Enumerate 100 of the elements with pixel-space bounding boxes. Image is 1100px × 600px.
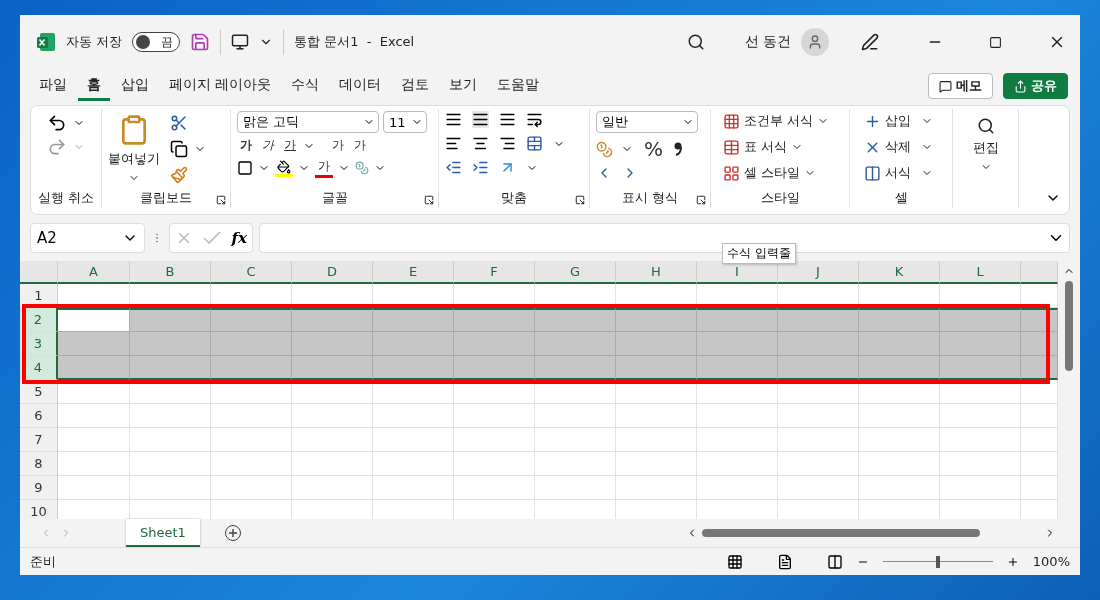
- row-header[interactable]: 9: [20, 476, 58, 500]
- select-all-corner[interactable]: [20, 261, 58, 284]
- menu-tab[interactable]: 보기: [440, 71, 487, 101]
- sheet-cell[interactable]: [535, 356, 616, 380]
- dialog-launcher-icon[interactable]: [575, 195, 585, 205]
- align-top-icon[interactable]: [445, 111, 462, 128]
- cells-command[interactable]: 서식: [862, 163, 946, 183]
- row-header[interactable]: 8: [20, 452, 58, 476]
- align-right-icon[interactable]: [499, 135, 516, 152]
- sheet-cell[interactable]: [130, 308, 211, 332]
- page-break-view-icon[interactable]: [826, 553, 843, 570]
- page-layout-view-icon[interactable]: [776, 553, 793, 570]
- active-cell[interactable]: [58, 308, 130, 332]
- screen-icon[interactable]: [231, 33, 250, 51]
- sheet-cell[interactable]: [211, 308, 292, 332]
- comma-style-icon[interactable]: [674, 142, 682, 156]
- font-name-field[interactable]: 맑은 고딕: [237, 111, 379, 133]
- sheet-cell[interactable]: [211, 332, 292, 356]
- sheet-cell[interactable]: [373, 356, 454, 380]
- table-format-icon[interactable]: [723, 138, 740, 156]
- fill-color-icon[interactable]: [275, 159, 293, 177]
- sheet-cell[interactable]: [859, 308, 940, 332]
- style-command[interactable]: 표 서식: [721, 137, 843, 157]
- cells-command[interactable]: 삽입: [862, 111, 946, 131]
- dialog-launcher-icon[interactable]: [216, 195, 226, 205]
- column-header[interactable]: F: [454, 261, 535, 284]
- sheet-cell[interactable]: [616, 356, 697, 380]
- sheet-cell[interactable]: [940, 356, 1021, 380]
- sheet-cell[interactable]: [697, 356, 778, 380]
- paste-button[interactable]: 붙여넣기: [108, 113, 160, 184]
- column-header[interactable]: C: [211, 261, 292, 284]
- sheet-cell[interactable]: [130, 332, 211, 356]
- indent-increase-icon[interactable]: [472, 159, 489, 176]
- border-icon[interactable]: [237, 160, 253, 176]
- italic-button[interactable]: 가: [259, 137, 277, 154]
- scissors-icon[interactable]: [170, 113, 188, 132]
- menu-tab[interactable]: 도움말: [488, 71, 549, 101]
- align-center-icon[interactable]: [472, 135, 489, 152]
- search-icon[interactable]: [976, 117, 995, 135]
- column-header[interactable]: B: [130, 261, 211, 284]
- column-header[interactable]: D: [292, 261, 373, 284]
- sheet-cell[interactable]: [454, 332, 535, 356]
- sheet-cell[interactable]: [616, 308, 697, 332]
- merge-cells-icon[interactable]: [526, 135, 543, 152]
- row-header[interactable]: 7: [20, 428, 58, 452]
- save-icon[interactable]: [190, 32, 211, 52]
- sheet-cell[interactable]: [211, 356, 292, 380]
- memo-button[interactable]: 메모: [928, 73, 993, 99]
- sheet-cell[interactable]: [292, 356, 373, 380]
- column-header[interactable]: [1021, 261, 1058, 284]
- sheet-cell[interactable]: [697, 332, 778, 356]
- sheet-cell[interactable]: [58, 332, 130, 356]
- share-icon[interactable]: [1014, 79, 1027, 93]
- menu-tab[interactable]: 페이지 레이아웃: [160, 71, 281, 101]
- column-header[interactable]: K: [859, 261, 940, 284]
- insert-function-button[interactable]: fx: [231, 229, 247, 247]
- sheet-cell[interactable]: [535, 332, 616, 356]
- sheet-cell[interactable]: [373, 308, 454, 332]
- check-icon[interactable]: [203, 231, 222, 245]
- sheet-tab[interactable]: Sheet1: [126, 519, 200, 547]
- number-format-field[interactable]: 일반: [596, 111, 698, 133]
- align-bottom-icon[interactable]: [499, 111, 516, 128]
- wrap-text-icon[interactable]: [526, 111, 543, 128]
- normal-view-icon[interactable]: [726, 553, 743, 570]
- menu-tab[interactable]: 데이터: [330, 71, 391, 101]
- dialog-launcher-icon[interactable]: [424, 195, 434, 205]
- editing-button[interactable]: 편집: [972, 117, 999, 173]
- font-size-field[interactable]: 11: [383, 111, 427, 133]
- undo-icon[interactable]: [47, 113, 67, 133]
- sheet-cell[interactable]: [859, 356, 940, 380]
- column-header[interactable]: L: [940, 261, 1021, 284]
- sheet-cell[interactable]: [130, 356, 211, 380]
- format-cells-icon[interactable]: [864, 164, 881, 182]
- sheet-cell[interactable]: [940, 308, 1021, 332]
- grow-font-button[interactable]: 가: [329, 137, 347, 154]
- sheet-cell[interactable]: [616, 332, 697, 356]
- sheet-cell[interactable]: [292, 308, 373, 332]
- sheet-cell[interactable]: [292, 332, 373, 356]
- column-header[interactable]: E: [373, 261, 454, 284]
- indent-decrease-icon[interactable]: [445, 159, 462, 176]
- maximize-icon[interactable]: [989, 35, 1002, 49]
- align-left-icon[interactable]: [445, 135, 462, 152]
- scrollbar-thumb[interactable]: [1065, 281, 1073, 371]
- sheet-cell[interactable]: [859, 332, 940, 356]
- format-painter-icon[interactable]: [170, 165, 188, 184]
- autosave-toggle[interactable]: 끔: [132, 32, 181, 52]
- column-header[interactable]: H: [616, 261, 697, 284]
- sheet-cell[interactable]: [940, 332, 1021, 356]
- search-icon[interactable]: [686, 33, 705, 51]
- column-header[interactable]: A: [58, 261, 130, 284]
- comment-icon[interactable]: [939, 79, 952, 93]
- menu-tab[interactable]: 검토: [392, 71, 439, 101]
- align-middle-icon[interactable]: [472, 111, 489, 128]
- style-command[interactable]: 조건부 서식: [721, 111, 843, 131]
- zoom-in-icon[interactable]: [1006, 555, 1019, 568]
- pen-icon[interactable]: [861, 33, 879, 51]
- menu-tab[interactable]: 수식: [282, 71, 329, 101]
- bold-button[interactable]: 가: [237, 137, 255, 154]
- sheet-cell[interactable]: [454, 308, 535, 332]
- share-button[interactable]: 공유: [1003, 73, 1068, 99]
